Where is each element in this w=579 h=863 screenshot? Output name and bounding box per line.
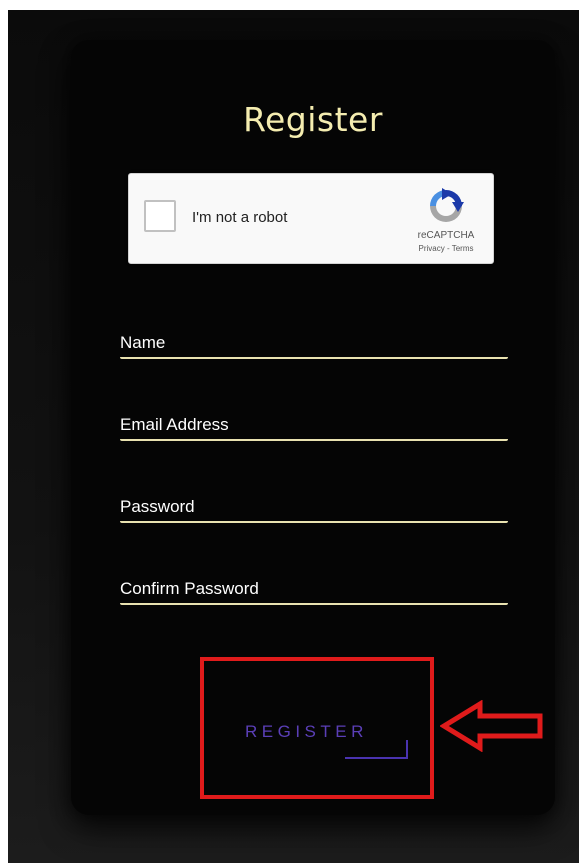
recaptcha-label: I'm not a robot [192, 209, 288, 226]
register-button-corner [345, 740, 408, 759]
page-background: Register I'm not a robot reCAPTCHA Priva… [8, 10, 579, 863]
confirm-password-field[interactable]: Confirm Password [120, 573, 508, 605]
recaptcha-terms-link[interactable]: Terms [452, 244, 474, 253]
register-card: Register I'm not a robot reCAPTCHA Priva… [71, 40, 555, 815]
recaptcha-widget: I'm not a robot reCAPTCHA Privacy - Term… [128, 173, 494, 264]
recaptcha-privacy-link[interactable]: Privacy [419, 244, 445, 253]
name-field[interactable]: Name [120, 327, 508, 359]
recaptcha-logo-icon [430, 188, 464, 222]
register-button[interactable]: REGISTER [223, 704, 413, 764]
password-input[interactable] [120, 491, 508, 523]
email-field[interactable]: Email Address [120, 409, 508, 441]
confirm-password-underline [120, 603, 508, 605]
recaptcha-links: Privacy - Terms [407, 244, 485, 253]
recaptcha-checkbox[interactable] [144, 200, 176, 232]
register-button-label: REGISTER [245, 722, 368, 741]
page-title: Register [243, 100, 383, 139]
password-underline [120, 521, 508, 523]
confirm-password-input[interactable] [120, 573, 508, 605]
password-field[interactable]: Password [120, 491, 508, 523]
recaptcha-brand: reCAPTCHA [417, 230, 475, 241]
name-underline [120, 357, 508, 359]
recaptcha-link-separator: - [446, 244, 450, 253]
email-underline [120, 439, 508, 441]
email-input[interactable] [120, 409, 508, 441]
name-input[interactable] [120, 327, 508, 359]
